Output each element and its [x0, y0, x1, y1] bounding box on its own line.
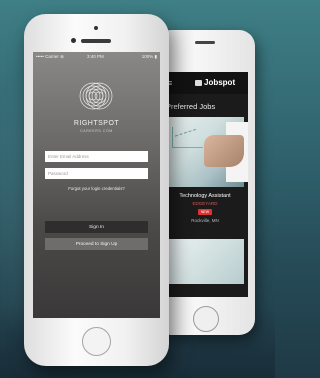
password-field[interactable] — [45, 168, 148, 179]
back-phone: ≡ Jobspot Preferred Jobs Technology Assi… — [155, 30, 255, 335]
jobspot-brand: Jobspot — [195, 78, 235, 87]
brand-name: RIGHTSPOT — [73, 120, 120, 127]
home-button-icon[interactable] — [193, 306, 219, 332]
job-new-badge: NEW — [198, 209, 212, 215]
job-image-chart — [172, 127, 203, 148]
status-time: 3:40 PM — [87, 54, 104, 59]
back-phone-screen: ≡ Jobspot Preferred Jobs Technology Assi… — [162, 72, 248, 297]
jobspot-brand-label: Jobspot — [204, 78, 236, 87]
sign-in-button[interactable]: Sign In — [45, 221, 148, 233]
front-phone: ••••• Carrier ⊗ 3:40 PM 100% ▮ RIGHTSPOT… — [24, 14, 169, 366]
brand-tagline: CAREERS.COM — [80, 129, 113, 133]
preferred-jobs-title: Preferred Jobs — [166, 102, 216, 111]
front-camera-lens — [71, 38, 76, 43]
status-carrier: ••••• Carrier ⊗ — [36, 54, 64, 59]
fingerprint-logo-icon — [76, 76, 116, 116]
front-speaker — [81, 39, 111, 43]
forgot-credentials-link[interactable]: Forgot your login credentials? — [33, 186, 160, 191]
front-camera-dot — [94, 26, 98, 30]
job-image[interactable] — [166, 117, 248, 187]
status-bar: ••••• Carrier ⊗ 3:40 PM 100% ▮ — [33, 52, 160, 61]
home-button-icon[interactable] — [82, 327, 111, 356]
briefcase-icon — [195, 80, 202, 86]
job-image-second[interactable] — [166, 239, 244, 284]
job-location: Rockville, MN — [191, 218, 219, 223]
sign-up-button[interactable]: Proceed to Sign Up — [45, 238, 148, 250]
job-company: EDGEYARD — [192, 201, 218, 206]
back-phone-speaker — [195, 41, 215, 44]
job-image-hand — [204, 135, 244, 167]
login-screen: ••••• Carrier ⊗ 3:40 PM 100% ▮ RIGHTSPOT… — [33, 52, 160, 318]
jobspot-header: ≡ Jobspot — [162, 72, 248, 94]
email-field[interactable] — [45, 151, 148, 162]
status-battery: 100% ▮ — [141, 54, 157, 59]
job-title[interactable]: Technology Assistant — [162, 193, 248, 199]
